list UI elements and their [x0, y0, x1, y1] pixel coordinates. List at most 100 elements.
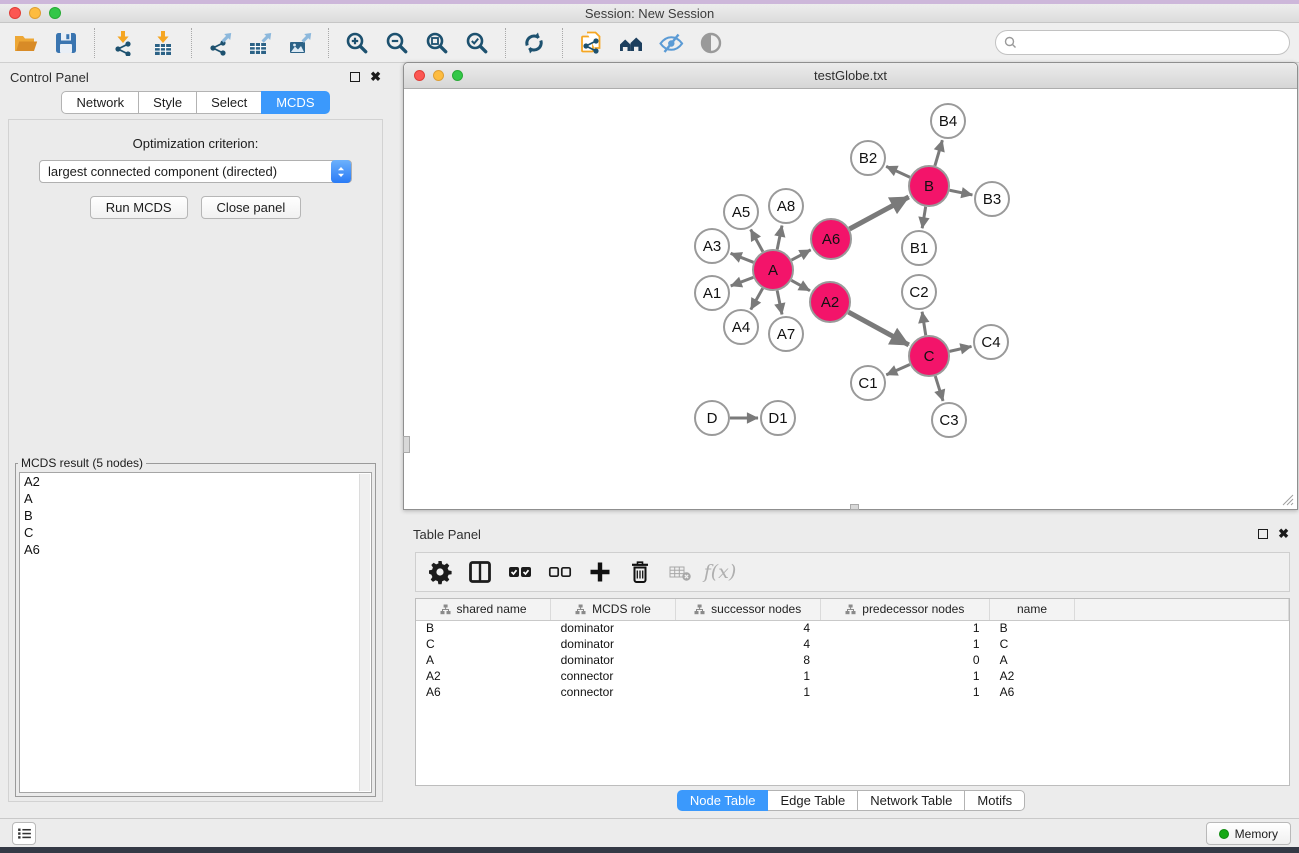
table-cell[interactable]: 4: [675, 620, 820, 636]
graph-node-B4[interactable]: B4: [931, 104, 965, 138]
tab-network-table[interactable]: Network Table: [857, 790, 965, 811]
table-cell[interactable]: C: [416, 636, 551, 652]
graph-node-C[interactable]: C: [909, 336, 949, 376]
network-canvas[interactable]: AA1A2A3A4A5A6A7A8BB1B2B3B4CC1C2C3C4DD1: [405, 89, 1296, 508]
graph-edge-B-B1[interactable]: [922, 207, 925, 229]
zoom-selected-button[interactable]: [457, 26, 497, 60]
column-header-shared-name[interactable]: shared name: [416, 599, 551, 620]
export-table-button[interactable]: [240, 26, 280, 60]
table-cell[interactable]: 4: [675, 636, 820, 652]
graph-node-A7[interactable]: A7: [769, 317, 803, 351]
graph-node-B2[interactable]: B2: [851, 141, 885, 175]
table-cell[interactable]: B: [990, 620, 1075, 636]
graph-edge-C-C4[interactable]: [949, 346, 971, 351]
tab-motifs[interactable]: Motifs: [964, 790, 1025, 811]
table-cell[interactable]: dominator: [551, 636, 676, 652]
task-history-button[interactable]: [12, 822, 36, 845]
table-cell[interactable]: connector: [551, 684, 676, 700]
run-mcds-button[interactable]: Run MCDS: [90, 196, 188, 219]
graph-edge-A-A2[interactable]: [791, 280, 810, 290]
houses-button[interactable]: [611, 26, 651, 60]
table-cell[interactable]: 0: [820, 652, 990, 668]
result-scrollbar[interactable]: [359, 474, 370, 791]
graph-edge-A6-B[interactable]: [849, 197, 908, 229]
table-cell[interactable]: 1: [675, 668, 820, 684]
graph-node-A2[interactable]: A2: [810, 282, 850, 322]
column-header-predecessor-nodes[interactable]: predecessor nodes: [820, 599, 990, 620]
table-cell[interactable]: dominator: [551, 652, 676, 668]
column-header-MCDS-role[interactable]: MCDS role: [551, 599, 676, 620]
import-table-button[interactable]: [143, 26, 183, 60]
table-cell[interactable]: 1: [820, 668, 990, 684]
tab-style[interactable]: Style: [138, 91, 197, 114]
graph-edge-C-C2[interactable]: [922, 312, 926, 335]
criterion-select[interactable]: largest connected component (directed): [39, 160, 352, 183]
table-row[interactable]: Bdominator41B: [416, 620, 1289, 636]
graph-edge-A-A4[interactable]: [751, 288, 763, 309]
network-window-titlebar[interactable]: testGlobe.txt: [404, 63, 1297, 89]
close-panel-button[interactable]: Close panel: [201, 196, 302, 219]
table-cell[interactable]: A6: [416, 684, 551, 700]
table-row[interactable]: Cdominator41C: [416, 636, 1289, 652]
table-cell[interactable]: A2: [990, 668, 1075, 684]
resize-grip-icon[interactable]: [1281, 493, 1294, 506]
float-table-panel-icon[interactable]: [1258, 529, 1268, 539]
close-table-panel-icon[interactable]: ✖: [1278, 529, 1289, 539]
table-cell[interactable]: A: [990, 652, 1075, 668]
table-cell[interactable]: connector: [551, 668, 676, 684]
delete-table-button[interactable]: [662, 556, 698, 588]
table-cell[interactable]: 1: [675, 684, 820, 700]
tab-node-table[interactable]: Node Table: [677, 790, 769, 811]
graph-edge-A2-C[interactable]: [848, 312, 908, 345]
graph-node-C1[interactable]: C1: [851, 366, 885, 400]
graph-node-A3[interactable]: A3: [695, 229, 729, 263]
plus-button[interactable]: [582, 556, 618, 588]
graph-node-D[interactable]: D: [695, 401, 729, 435]
close-panel-icon[interactable]: ✖: [370, 72, 381, 82]
graph-node-B[interactable]: B: [909, 166, 949, 206]
result-item[interactable]: A: [20, 490, 371, 507]
graph-edge-B-B4[interactable]: [935, 140, 942, 166]
graph-edge-A-A7[interactable]: [777, 291, 782, 315]
table-cell[interactable]: A: [416, 652, 551, 668]
graph-edge-C-C3[interactable]: [935, 376, 943, 401]
graph-edge-A-A5[interactable]: [751, 230, 763, 252]
graph-node-B3[interactable]: B3: [975, 182, 1009, 216]
column-header-successor-nodes[interactable]: successor nodes: [675, 599, 820, 620]
result-item[interactable]: B: [20, 507, 371, 524]
zoom-in-button[interactable]: [337, 26, 377, 60]
panel-divider-handle[interactable]: [403, 436, 410, 453]
refresh-button[interactable]: [514, 26, 554, 60]
graph-edge-C-C1[interactable]: [886, 364, 910, 374]
import-network-button[interactable]: [103, 26, 143, 60]
tab-network[interactable]: Network: [61, 91, 139, 114]
eye-slash-button[interactable]: [651, 26, 691, 60]
eye-button[interactable]: [691, 26, 731, 60]
float-panel-icon[interactable]: [350, 72, 360, 82]
memory-button[interactable]: Memory: [1206, 822, 1291, 845]
graph-node-A8[interactable]: A8: [769, 189, 803, 223]
table-cell[interactable]: C: [990, 636, 1075, 652]
export-network-button[interactable]: [200, 26, 240, 60]
graph-node-A1[interactable]: A1: [695, 276, 729, 310]
graph-edge-A-A3[interactable]: [731, 253, 754, 262]
table-cell[interactable]: 8: [675, 652, 820, 668]
table-cell[interactable]: A2: [416, 668, 551, 684]
result-item[interactable]: A2: [20, 473, 371, 490]
graph-node-B1[interactable]: B1: [902, 231, 936, 265]
graph-edge-B-B3[interactable]: [950, 190, 973, 195]
table-cell[interactable]: dominator: [551, 620, 676, 636]
table-row[interactable]: A2connector11A2: [416, 668, 1289, 684]
search-field[interactable]: [995, 30, 1290, 55]
table-cell[interactable]: 1: [820, 684, 990, 700]
function-button[interactable]: f(x): [702, 556, 738, 588]
graph-edge-A-A8[interactable]: [777, 226, 782, 250]
trash-button[interactable]: [622, 556, 658, 588]
graph-node-D1[interactable]: D1: [761, 401, 795, 435]
clone-network-button[interactable]: [571, 26, 611, 60]
graph-edge-A-A6[interactable]: [792, 250, 811, 260]
graph-node-C4[interactable]: C4: [974, 325, 1008, 359]
search-input[interactable]: [1022, 35, 1289, 50]
graph-node-A4[interactable]: A4: [724, 310, 758, 344]
gear-button[interactable]: [422, 556, 458, 588]
